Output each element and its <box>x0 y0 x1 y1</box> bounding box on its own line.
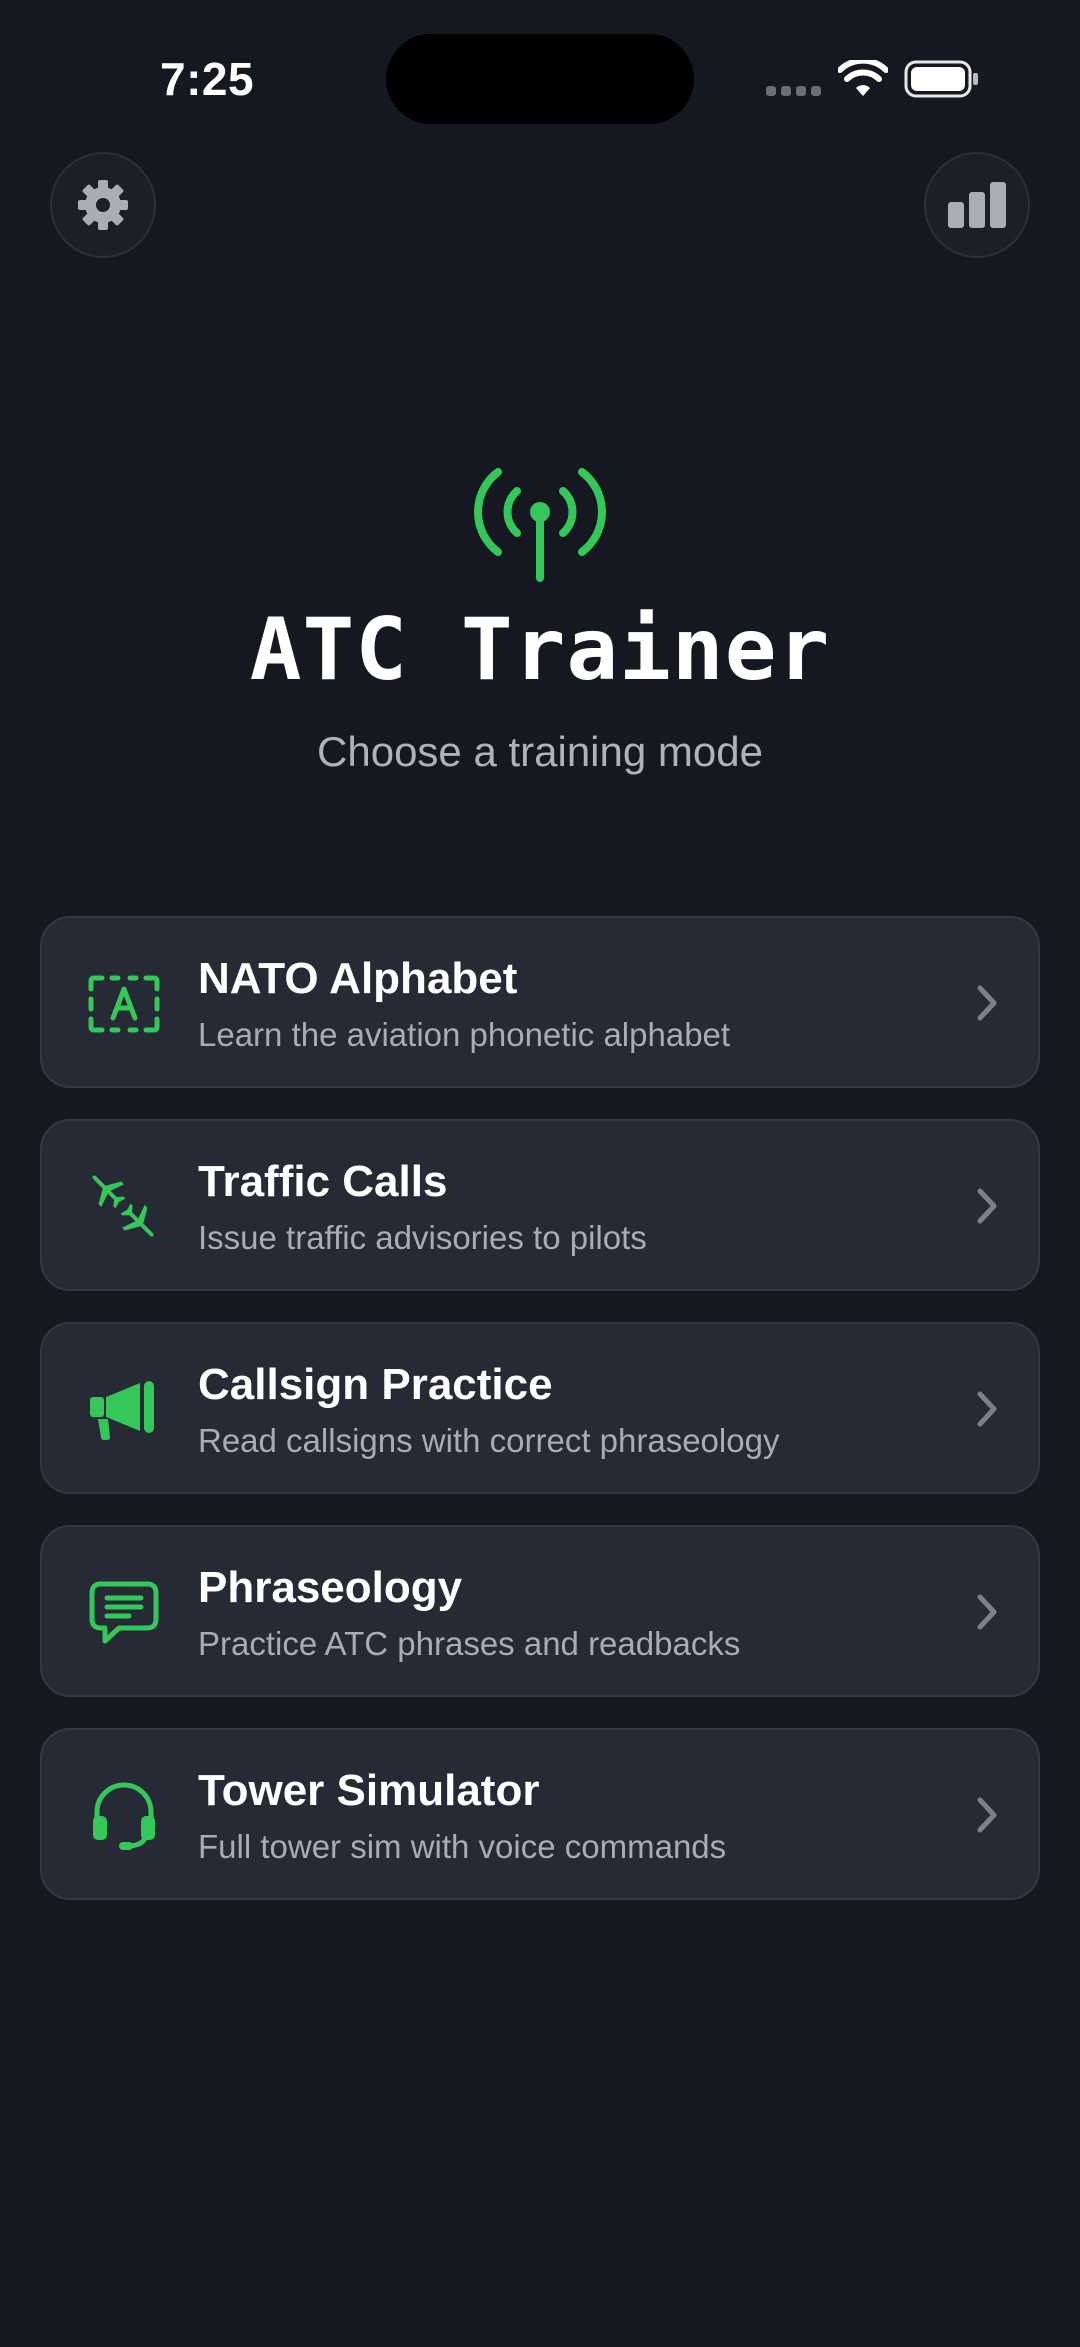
cellular-signal-icon <box>766 86 822 96</box>
mode-title: Callsign Practice <box>198 1360 553 1409</box>
mode-title: Traffic Calls <box>198 1157 448 1206</box>
status-time: 7:25 <box>160 53 255 105</box>
dynamic-island <box>386 34 694 124</box>
megaphone-icon <box>84 1370 164 1450</box>
settings-button[interactable] <box>50 152 156 258</box>
letter-a-icon <box>84 964 164 1044</box>
mode-description: Read callsigns with correct phraseology <box>198 1422 780 1459</box>
mode-card-callsign-practice[interactable]: Callsign Practice Read callsigns with co… <box>40 1322 1040 1494</box>
gear-icon <box>78 180 128 230</box>
stats-button[interactable] <box>924 152 1030 258</box>
wifi-icon <box>838 60 888 96</box>
mode-description: Practice ATC phrases and readbacks <box>198 1625 741 1662</box>
message-icon <box>84 1573 164 1653</box>
chevron-right-icon <box>977 985 997 1021</box>
mode-card-phraseology[interactable]: Phraseology Practice ATC phrases and rea… <box>40 1525 1040 1697</box>
mode-card-traffic-calls[interactable]: Traffic Calls Issue traffic advisories t… <box>40 1119 1040 1291</box>
battery-icon <box>904 60 978 98</box>
mode-description: Issue traffic advisories to pilots <box>198 1219 647 1256</box>
bar-chart-icon <box>948 182 1006 228</box>
mode-card-nato-alphabet[interactable]: NATO Alphabet Learn the aviation phoneti… <box>40 916 1040 1088</box>
chevron-right-icon <box>977 1797 997 1833</box>
antenna-broadcast-icon <box>474 468 606 582</box>
mode-title: NATO Alphabet <box>198 954 518 1003</box>
chevron-right-icon <box>977 1391 997 1427</box>
airplanes-icon <box>84 1167 164 1247</box>
mode-title: Phraseology <box>198 1563 463 1612</box>
app-title: ATC Trainer <box>249 600 831 700</box>
mode-title: Tower Simulator <box>198 1766 540 1815</box>
training-mode-list: NATO Alphabet Learn the aviation phoneti… <box>40 916 1040 1931</box>
app-subtitle: Choose a training mode <box>317 728 763 775</box>
mode-card-tower-simulator[interactable]: Tower Simulator Full tower sim with voic… <box>40 1728 1040 1900</box>
headset-icon <box>84 1776 164 1856</box>
chevron-right-icon <box>977 1594 997 1630</box>
chevron-right-icon <box>977 1188 997 1224</box>
mode-description: Full tower sim with voice commands <box>198 1828 727 1865</box>
status-bar: 7:25 <box>0 0 1080 160</box>
mode-description: Learn the aviation phonetic alphabet <box>198 1016 731 1053</box>
